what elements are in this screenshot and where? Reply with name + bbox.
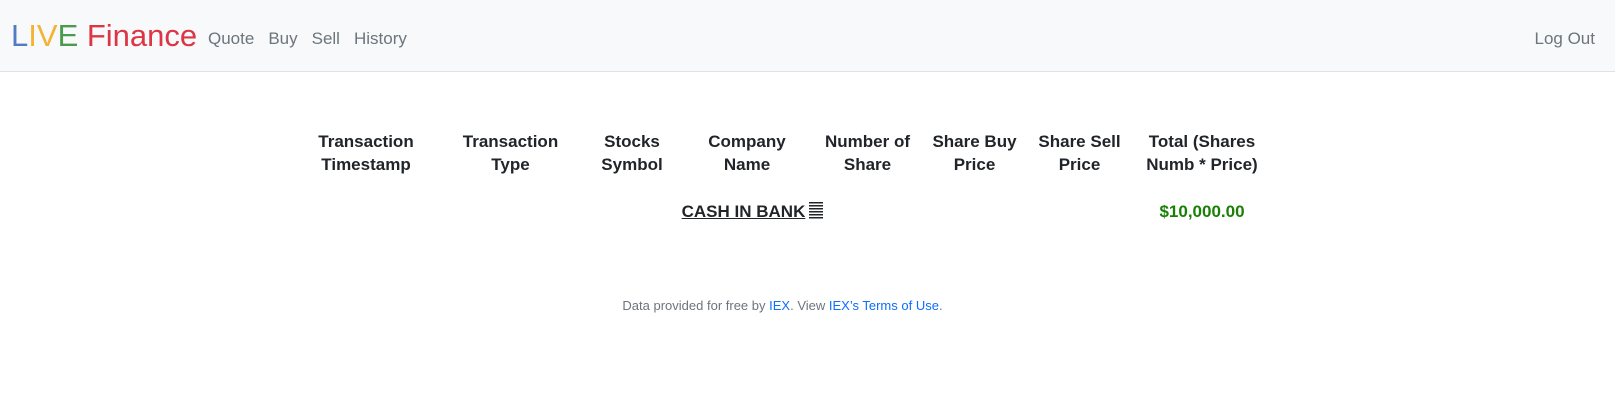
footer-suffix: . <box>938 298 943 313</box>
table-body: CASH IN BANK $10,000.00 <box>294 186 1272 231</box>
cash-in-bank-cell: CASH IN BANK <box>583 186 922 231</box>
brand-letter-i: I <box>28 18 37 53</box>
brand-letter-e: E <box>57 18 79 53</box>
header-share-sell-price: Share Sell Price <box>1038 132 1121 174</box>
cash-total-value: $10,000.00 <box>1159 202 1245 221</box>
brand-letter-v: V <box>36 18 58 53</box>
header-row: Transaction Timestamp Transaction Type Sto… <box>294 128 1272 186</box>
header-transaction-timestamp: Transaction Timestamp <box>318 132 414 174</box>
cash-row-empty-cell <box>294 186 438 231</box>
nav-links: Quote Buy Sell History <box>206 27 414 51</box>
brand-word-finance: Finance <box>78 18 198 53</box>
iex-terms-link[interactable]: IEX’s Terms of Use <box>829 298 939 313</box>
header-transaction-type: Transaction Type <box>462 132 559 174</box>
footer-prefix: Data provided for free by <box>622 298 770 313</box>
cash-row-empty-cell <box>1027 186 1132 231</box>
list-lines-icon <box>809 202 824 220</box>
history-table: Transaction Timestamp Transaction Type Sto… <box>294 128 1272 231</box>
footer-attribution: Data provided for free by IEX. View IEX’… <box>0 296 1565 316</box>
cash-row: CASH IN BANK $10,000.00 <box>294 186 1272 231</box>
table-header: Transaction Timestamp Transaction Type Sto… <box>294 128 1272 186</box>
header-total: Total (Shares Numb * Price) <box>1146 132 1258 174</box>
brand-logo[interactable]: LIVE Finance <box>11 17 197 55</box>
nav-link-quote[interactable]: Quote <box>206 27 261 51</box>
cash-row-empty-cell <box>438 186 583 231</box>
nav-link-history[interactable]: History <box>347 27 414 51</box>
brand-letter-l: L <box>11 18 29 53</box>
navbar: LIVE Finance Quote Buy Sell History Log … <box>0 0 1615 72</box>
nav-link-sell[interactable]: Sell <box>305 27 347 51</box>
iex-link[interactable]: IEX <box>769 298 790 313</box>
footer-middle: . View <box>790 298 829 313</box>
header-share-buy-price: Share Buy Price <box>932 132 1017 174</box>
cash-in-bank-label[interactable]: CASH IN BANK <box>682 202 806 221</box>
logout-link[interactable]: Log Out <box>1535 27 1596 51</box>
header-company-name: Company Name <box>708 132 786 174</box>
cash-row-empty-cell <box>922 186 1027 231</box>
nav-link-buy[interactable]: Buy <box>261 27 304 51</box>
header-number-of-share: Number of Share <box>825 132 910 174</box>
header-stocks-symbol: Stocks Symbol <box>601 132 663 174</box>
